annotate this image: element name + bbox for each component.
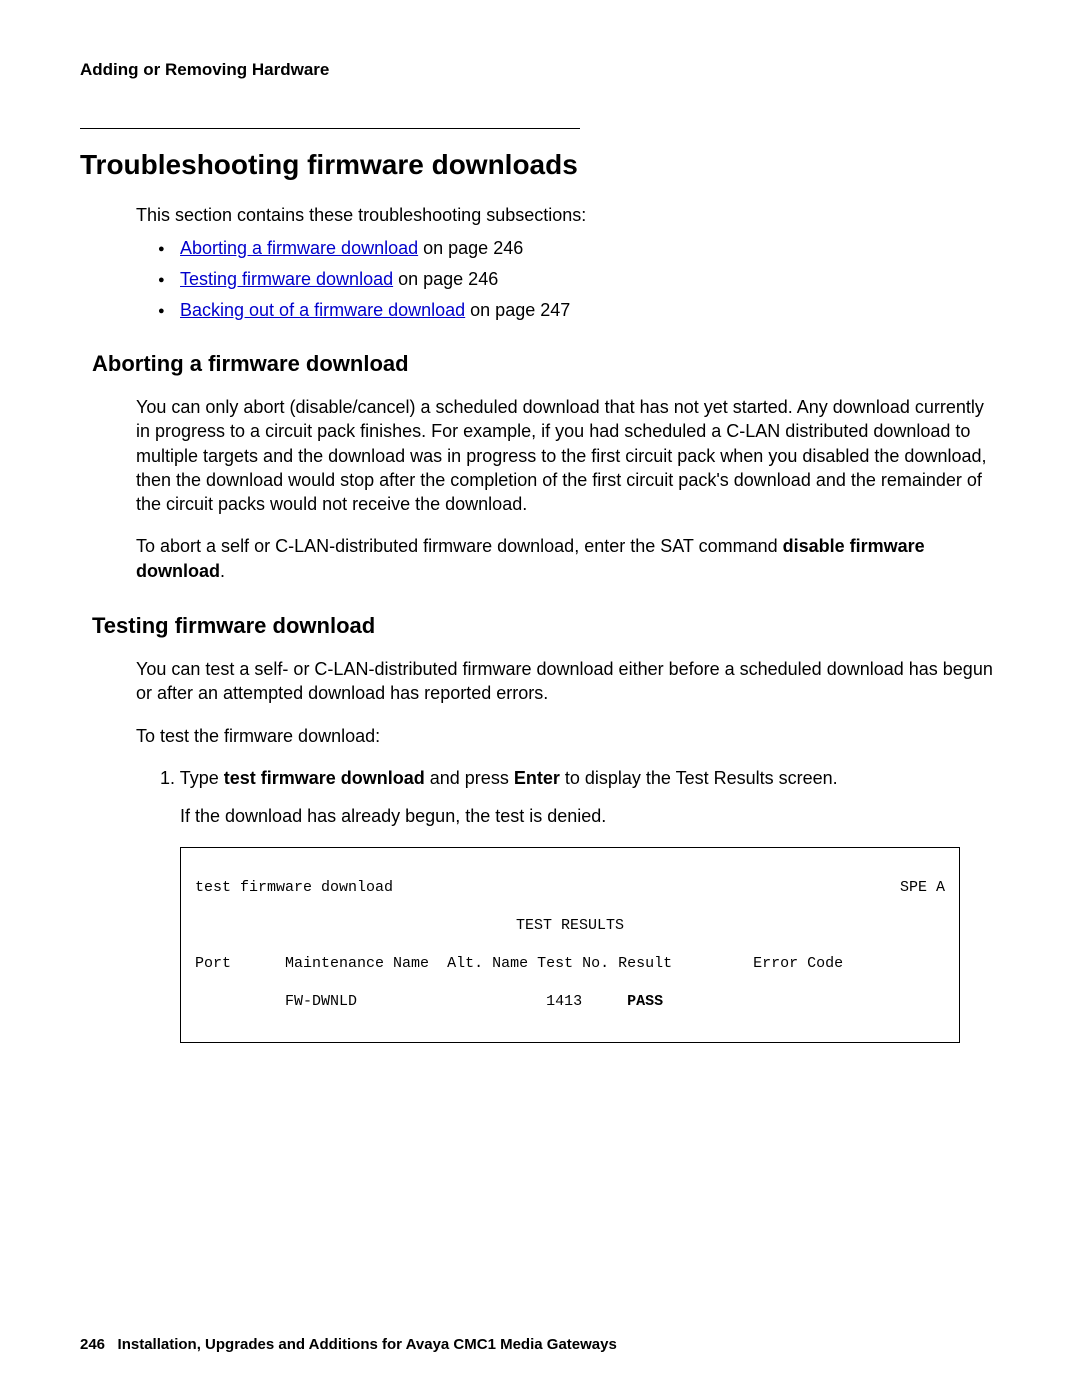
list-item: Testing firmware download on page 246 xyxy=(180,269,1000,290)
step-1: 1. Type test firmware download and press… xyxy=(160,766,1000,790)
page-title: Troubleshooting firmware downloads xyxy=(80,149,1000,181)
link-suffix: on page 247 xyxy=(465,300,570,320)
page-footer: 246 Installation, Upgrades and Additions… xyxy=(80,1336,617,1353)
subsection-links: Aborting a firmware download on page 246… xyxy=(180,238,1000,321)
testing-paragraph-2: To test the firmware download: xyxy=(136,724,1000,748)
command-text: test firmware download xyxy=(224,768,425,788)
terminal-output: test firmware download SPE A TEST RESULT… xyxy=(180,847,960,1043)
section-heading-testing: Testing firmware download xyxy=(92,613,1000,639)
text-fragment: . xyxy=(220,561,225,581)
list-item: Backing out of a firmware download on pa… xyxy=(180,300,1000,321)
key-text: Enter xyxy=(514,768,560,788)
terminal-title: TEST RESULTS xyxy=(195,914,945,938)
text-fragment: to display the Test Results screen. xyxy=(560,768,838,788)
footer-doc-title: Installation, Upgrades and Additions for… xyxy=(118,1336,617,1353)
text-fragment: To abort a self or C-LAN-distributed fir… xyxy=(136,536,783,556)
link-suffix: on page 246 xyxy=(418,238,523,258)
link-aborting[interactable]: Aborting a firmware download xyxy=(180,238,418,258)
page-number: 246 xyxy=(80,1336,105,1353)
terminal-headers: Port Maintenance Name Alt. Name Test No.… xyxy=(195,952,945,976)
link-testing[interactable]: Testing firmware download xyxy=(180,269,393,289)
section-rule xyxy=(80,128,580,129)
link-backing-out[interactable]: Backing out of a firmware download xyxy=(180,300,465,320)
text-fragment: and press xyxy=(425,768,514,788)
list-item: Aborting a firmware download on page 246 xyxy=(180,238,1000,259)
intro-paragraph: This section contains these troubleshoot… xyxy=(136,205,1000,226)
aborting-paragraph-1: You can only abort (disable/cancel) a sc… xyxy=(136,395,1000,516)
step-1-note: If the download has already begun, the t… xyxy=(180,804,1000,828)
testing-paragraph-1: You can test a self- or C-LAN-distribute… xyxy=(136,657,1000,706)
terminal-spe: SPE A xyxy=(900,876,945,900)
section-heading-aborting: Aborting a firmware download xyxy=(92,351,1000,377)
aborting-paragraph-2: To abort a self or C-LAN-distributed fir… xyxy=(136,534,1000,583)
terminal-data-row: FW-DWNLD 1413 PASS xyxy=(195,990,945,1014)
link-suffix: on page 246 xyxy=(393,269,498,289)
step-list: 1. Type test firmware download and press… xyxy=(160,766,1000,790)
running-header: Adding or Removing Hardware xyxy=(80,60,1000,80)
terminal-command: test firmware download xyxy=(195,876,393,900)
text-fragment: 1. Type xyxy=(160,768,224,788)
